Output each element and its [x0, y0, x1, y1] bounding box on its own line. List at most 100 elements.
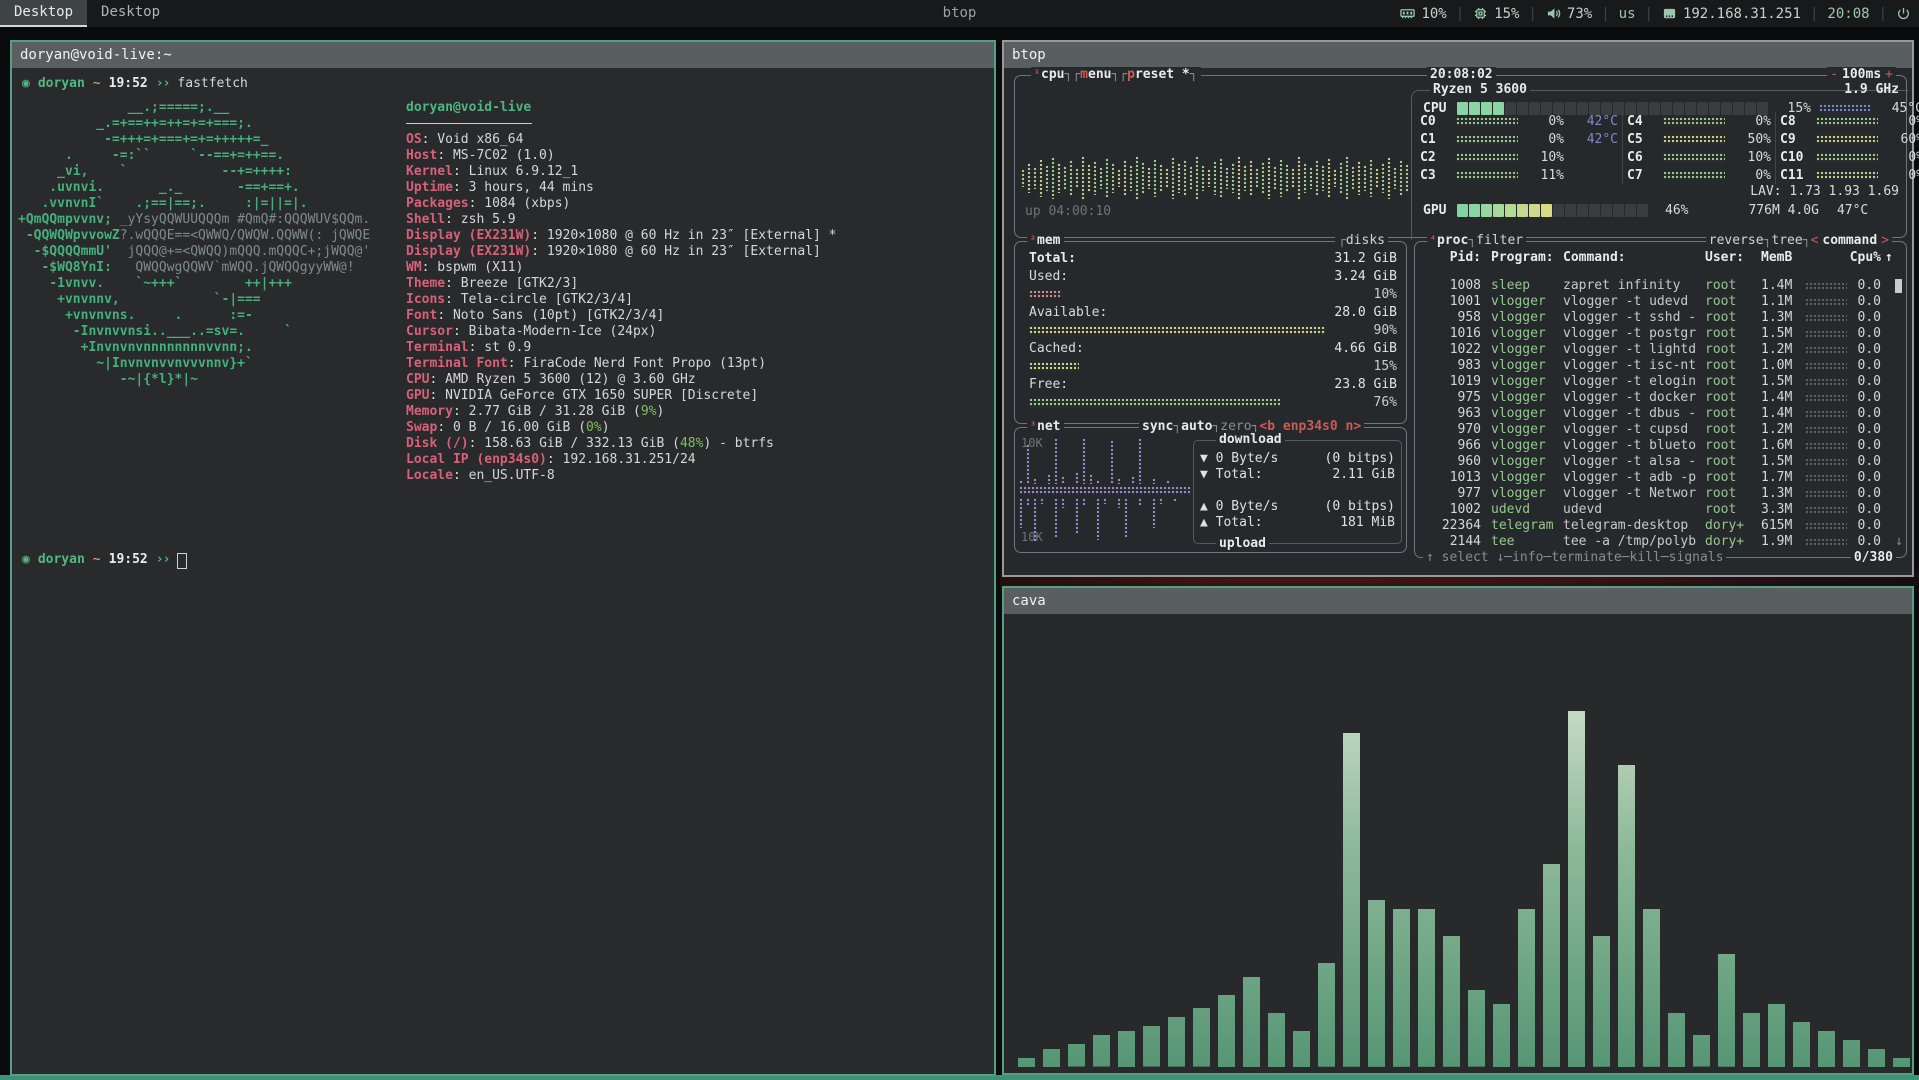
ram-module: 10%: [1400, 6, 1446, 22]
separator: |: [1810, 6, 1818, 22]
separator: |: [1456, 6, 1464, 22]
volume-module[interactable]: 73%: [1546, 6, 1592, 22]
workspace-tab-1[interactable]: Desktop: [0, 0, 87, 27]
net-stat: ▲ 0 Byte/s(0 bitps): [1200, 499, 1395, 515]
net-box-title[interactable]: ³net: [1027, 419, 1064, 435]
power-button[interactable]: [1896, 6, 1911, 21]
terminal-titlebar[interactable]: doryan@void-live:~: [12, 42, 994, 68]
prompt-chevrons-icon: ››: [156, 552, 170, 568]
core-row: C80%: [1780, 112, 1919, 130]
core-row: C40%: [1627, 112, 1771, 130]
mem-stat: Available:28.0 GiB: [1029, 304, 1397, 322]
proc-row[interactable]: 983vloggervlogger -t isc-ntroot1.0M0.0: [1415, 358, 1906, 374]
fastfetch-line: Icons: Tela-circle [GTK2/3/4]: [406, 292, 836, 308]
separator: |: [1601, 6, 1609, 22]
cava-titlebar[interactable]: cava: [1004, 588, 1912, 614]
keyboard-layout[interactable]: us: [1619, 6, 1636, 22]
proc-row[interactable]: 963vloggervlogger -t dbus -root1.4M0.0: [1415, 406, 1906, 422]
proc-row[interactable]: 966vloggervlogger -t bluetoroot1.6M0.0: [1415, 438, 1906, 454]
fastfetch-line: Kernel: Linux 6.9.12_1: [406, 164, 836, 180]
preset-button[interactable]: preset *: [1127, 67, 1190, 83]
fastfetch-line: Terminal Font: FiraCode Nerd Font Propo …: [406, 356, 836, 372]
gpu-pct: 46%: [1665, 203, 1688, 218]
proc-row[interactable]: 1019vloggervlogger -t eloginroot1.5M0.0: [1415, 374, 1906, 390]
proc-row[interactable]: 1013vloggervlogger -t adb -proot1.7M0.0: [1415, 470, 1906, 486]
filter-button[interactable]: filter: [1476, 233, 1523, 249]
cava-bar: [1318, 963, 1335, 1067]
proc-row[interactable]: 2144teetee -a /tmp/polybdory+1.9M0.0↓: [1415, 534, 1906, 550]
prompt-line-2[interactable]: ◉ doryan ~ 19:52 ››: [22, 552, 187, 568]
disks-button[interactable]: ┌disks: [1335, 233, 1388, 249]
prompt-time: 19:52: [109, 76, 148, 92]
terminate-key[interactable]: terminate: [1551, 550, 1621, 565]
proc-row[interactable]: 22364telegramtelegram-desktopdory+615M0.…: [1415, 518, 1906, 534]
fastfetch-line: GPU: NVIDIA GeForce GTX 1650 SUPER [Disc…: [406, 388, 836, 404]
interval-increase-button[interactable]: +: [1885, 67, 1893, 83]
cava-bar: [1893, 1058, 1910, 1067]
terminal-window[interactable]: doryan@void-live:~ ◉ doryan ~ 19:52 ›› f…: [10, 40, 996, 1076]
fastfetch-line: Memory: 2.77 GiB / 31.28 GiB (9%): [406, 404, 836, 420]
cava-bar: [1368, 900, 1385, 1067]
core-row: C00%42°C: [1420, 112, 1618, 130]
separator: |: [1879, 6, 1887, 22]
top-bar: Desktop Desktop btop 10% | 15% | 73% | u…: [0, 0, 1919, 27]
auto-button[interactable]: auto: [1181, 419, 1212, 435]
btop-window[interactable]: btop ¹cpu ┐┌ menu ┐┌ preset * ┐ 20:08:02…: [1002, 40, 1914, 577]
cava-bar: [1718, 954, 1735, 1067]
cava-bar: [1468, 990, 1485, 1067]
cava-bar: [1418, 909, 1435, 1067]
mem-box-title[interactable]: ²mem: [1027, 233, 1064, 249]
cava-visualizer: [1018, 616, 1906, 1067]
prompt-user: doryan: [38, 552, 85, 568]
proc-row[interactable]: 970vloggervlogger -t cupsdroot1.2M0.0: [1415, 422, 1906, 438]
proc-row[interactable]: 1001vloggervlogger -t udevdroot1.1M0.0: [1415, 294, 1906, 310]
proc-row[interactable]: 977vloggervlogger -t Networroot1.3M0.0: [1415, 486, 1906, 502]
prompt-command: fastfetch: [177, 76, 247, 92]
cava-bar: [1693, 1035, 1710, 1067]
tree-button[interactable]: tree: [1771, 233, 1802, 249]
interval-decrease-button[interactable]: -: [1830, 67, 1838, 83]
cpu-box-title[interactable]: ¹cpu ┐┌ menu ┐┌ preset * ┐: [1031, 67, 1201, 83]
terminal-content: ◉ doryan ~ 19:52 ›› fastfetch __.;=====;…: [14, 70, 992, 1072]
proc-row[interactable]: 1002udevdudevdroot3.3M0.0: [1415, 502, 1906, 518]
reverse-button[interactable]: reverse: [1709, 233, 1764, 249]
separator: |: [1645, 6, 1653, 22]
mem-meter: 15%: [1029, 358, 1397, 376]
sort-column-button[interactable]: command: [1822, 233, 1877, 249]
cava-content: [1006, 616, 1910, 1071]
cava-bar: [1393, 909, 1410, 1067]
net-box: ³net sync ┐ auto ┐ zero ┐ <b enp34s0 n> …: [1014, 427, 1407, 553]
proc-row[interactable]: 960vloggervlogger -t alsa -root1.5M0.0: [1415, 454, 1906, 470]
prompt-dir: ~: [93, 552, 101, 568]
cava-bar: [1518, 909, 1535, 1067]
proc-scrollbar-thumb[interactable]: [1895, 279, 1902, 293]
fastfetch-line: OS: Void x86_64: [406, 132, 836, 148]
proc-row[interactable]: 958vloggervlogger -t sshd -root1.3M0.0: [1415, 310, 1906, 326]
cava-bar: [1543, 864, 1560, 1067]
proc-row[interactable]: 1008sleepzapret infinityroot1.4M0.0: [1415, 278, 1906, 294]
info-key[interactable]: info: [1512, 550, 1543, 565]
fastfetch-line: Local IP (enp34s0): 192.168.31.251/24: [406, 452, 836, 468]
cpu-frequency: 1.9 GHz: [1844, 82, 1899, 97]
cava-window[interactable]: cava: [1002, 586, 1914, 1075]
btop-titlebar[interactable]: btop: [1004, 42, 1912, 68]
workspace-tab-2[interactable]: Desktop: [87, 0, 174, 27]
select-keys[interactable]: ↑ select ↓: [1426, 550, 1504, 565]
signals-key[interactable]: signals: [1669, 550, 1724, 565]
proc-box-title[interactable]: ⁴proc ┐ filter: [1427, 233, 1526, 249]
proc-row[interactable]: 1022vloggervlogger -t lightdroot1.2M0.0: [1415, 342, 1906, 358]
proc-row[interactable]: 1016vloggervlogger -t postgrroot1.5M0.0: [1415, 326, 1906, 342]
cava-bar: [1443, 936, 1460, 1067]
cava-bar: [1793, 1022, 1810, 1067]
mem-box: ²mem ┌disks Total:31.2 GiBUsed:3.24 GiB1…: [1014, 241, 1407, 424]
sync-button[interactable]: sync: [1142, 419, 1173, 435]
fastfetch-line: Locale: en_US.UTF-8: [406, 468, 836, 484]
menu-button[interactable]: menu: [1080, 67, 1111, 83]
cava-bar: [1143, 1026, 1160, 1067]
proc-row[interactable]: 975vloggervlogger -t dockerroot1.4M0.0: [1415, 390, 1906, 406]
fastfetch-line: Cursor: Bibata-Modern-Ice (24px): [406, 324, 836, 340]
kill-key[interactable]: kill: [1630, 550, 1661, 565]
status-modules: 10% | 15% | 73% | us | 192.168.31.251 | …: [1400, 0, 1911, 27]
prompt-dir: ~: [93, 76, 101, 92]
speaker-icon: [1546, 6, 1561, 21]
